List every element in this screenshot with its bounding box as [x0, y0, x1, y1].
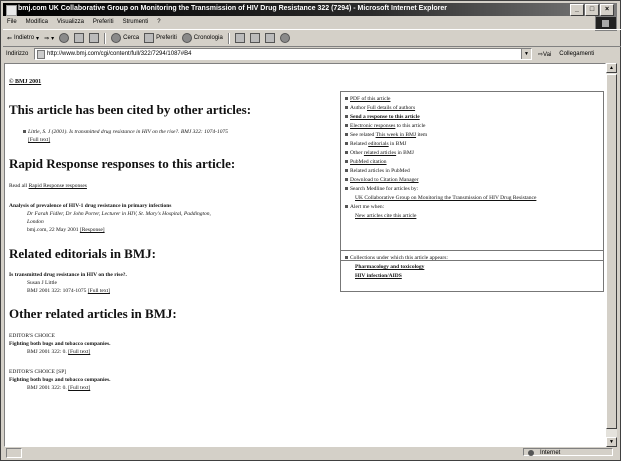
menu-bar: File Modifica Visualizza Preferiti Strum…	[3, 17, 621, 27]
other2-full-text-link[interactable]: [Full text]	[68, 385, 90, 391]
sidebar-item-editorials[interactable]: Related editorials in BMJ	[345, 140, 406, 148]
page-icon	[37, 50, 45, 59]
cited-full-text-link[interactable]: [Full text]	[28, 136, 50, 144]
collections-intro: Collections under which this article app…	[345, 254, 448, 262]
other2-ref: BMJ 2001 322: 0. [Full text]	[27, 385, 91, 391]
menu-tools[interactable]: Strumenti	[123, 17, 149, 27]
search-icon	[111, 33, 122, 43]
editorial-author: Susan J Little	[27, 280, 57, 286]
back-button[interactable]: ⇐ Indietro ▾	[7, 35, 39, 42]
search-button[interactable]: Cerca	[111, 33, 139, 43]
go-button[interactable]: ⇨Vai	[538, 51, 551, 58]
toolbar-separator	[227, 32, 230, 44]
bullet-icon	[23, 130, 26, 134]
editorial-full-text-link[interactable]: [Full text]	[88, 288, 110, 294]
sidebar-item-alert: Alert me when:	[345, 203, 384, 211]
response-link[interactable]: [Response]	[80, 227, 105, 233]
stop-icon[interactable]	[59, 33, 70, 43]
other2-title[interactable]: Fighting both bugs and tobacco companies…	[9, 376, 110, 384]
edit-icon[interactable]	[264, 33, 275, 43]
sidebar-item-related-articles[interactable]: Other related articles in BMJ	[345, 149, 414, 157]
mail-icon[interactable]	[234, 33, 245, 43]
close-button[interactable]: ×	[600, 4, 614, 16]
copyright-link[interactable]: © BMJ 2001	[9, 79, 41, 85]
history-button[interactable]: Cronologia	[181, 33, 223, 43]
article-tools-box: PDF of this article Author Full details …	[340, 91, 604, 261]
collection-hiv[interactable]: HIV infection/AIDS	[355, 272, 402, 280]
window-title: bmj.com UK Collaborative Group on Monito…	[18, 5, 448, 12]
analysis-place: London	[27, 219, 44, 225]
print-icon[interactable]	[249, 33, 260, 43]
analysis-date-line: bmj.com, 22 May 2001 [Response]	[27, 227, 105, 233]
scroll-down-icon[interactable]: ▼	[606, 437, 617, 447]
other1-full-text-link[interactable]: [Full text]	[68, 349, 90, 355]
page-viewport: © BMJ 2001 This article has been cited b…	[4, 63, 606, 447]
history-icon	[181, 33, 192, 43]
collections-box: Collections under which this article app…	[340, 250, 604, 292]
status-bar: Internet	[3, 448, 617, 458]
links-button[interactable]: Collegamenti	[559, 51, 594, 57]
discuss-icon[interactable]	[279, 33, 290, 43]
toolbar: ⇐ Indietro ▾ ⇒ ▾ Cerca Preferiti Cronologia	[3, 29, 621, 47]
menu-edit[interactable]: Modifica	[26, 17, 48, 27]
address-label: Indirizzo	[6, 51, 29, 57]
status-page-icon	[6, 448, 22, 458]
sidebar-item-pubmed-citation[interactable]: PubMed citation	[345, 158, 387, 166]
browser-window: bmj.com UK Collaborative Group on Monito…	[0, 0, 621, 461]
sidebar-item-authors[interactable]: Author Full details of authors	[345, 104, 415, 112]
vertical-scrollbar[interactable]: ▲ ▼	[606, 63, 617, 447]
sidebar-item-electronic-responses[interactable]: Electronic responses to this article	[345, 122, 425, 130]
other-heading: Other related articles in BMJ:	[9, 306, 177, 321]
sidebar-item-alert-cite[interactable]: New articles cite this article	[355, 212, 416, 220]
sidebar-item-author-search[interactable]: UK Collaborative Group on Monitoring the…	[355, 194, 536, 202]
rapid-responses-link[interactable]: Rapid Response responses	[29, 183, 87, 189]
menu-file[interactable]: File	[7, 17, 17, 27]
globe-icon	[528, 450, 534, 456]
analysis-title: Analysis of prevalence of HIV-1 drug res…	[9, 203, 172, 209]
sidebar-item-this-week[interactable]: See related This week in BMJ item	[345, 131, 427, 139]
maximize-button[interactable]: □	[585, 4, 599, 16]
address-input[interactable]: http://www.bmj.com/cgi/content/full/322/…	[34, 48, 532, 60]
editorials-heading: Related editorials in BMJ:	[9, 246, 156, 261]
other1-ref: BMJ 2001 322: 0. [Full text]	[27, 349, 91, 355]
rapid-read-all: Read all Rapid Response responses	[9, 183, 87, 189]
rapid-heading: Rapid Response responses to this article…	[9, 156, 236, 171]
sidebar-item-send-response[interactable]: Send a response to this article	[345, 113, 420, 121]
sidebar-item-related-pubmed[interactable]: Related articles in PubMed	[345, 167, 410, 175]
scroll-thumb[interactable]	[606, 74, 617, 429]
title-bar: bmj.com UK Collaborative Group on Monito…	[3, 3, 617, 16]
favorites-button[interactable]: Preferiti	[144, 33, 177, 43]
menu-favorites[interactable]: Preferiti	[93, 17, 114, 27]
refresh-icon[interactable]	[74, 33, 85, 43]
collection-pharmacology[interactable]: Pharmacology and toxicology	[355, 263, 424, 271]
sidebar-item-citation-manager[interactable]: Download to Citation Manager	[345, 176, 419, 184]
cited-heading: This article has been cited by other art…	[9, 102, 252, 117]
ie-icon	[6, 5, 17, 16]
analysis-authors: Dr Farah Fidler, Dr John Porter, Lecture…	[27, 211, 211, 217]
address-bar: Indirizzo http://www.bmj.com/cgi/content…	[3, 47, 617, 61]
forward-button[interactable]: ⇒ ▾	[44, 35, 54, 42]
scroll-up-icon[interactable]: ▲	[606, 63, 617, 73]
sidebar-item-pdf[interactable]: PDF of this article	[345, 95, 390, 103]
other1-tag: EDITOR'S CHOICE	[9, 333, 55, 339]
sidebar-item-search-medline: Search Medline for articles by:	[345, 185, 418, 193]
menu-help[interactable]: ?	[157, 17, 160, 27]
home-icon[interactable]	[89, 33, 100, 43]
minimize-button[interactable]: _	[570, 4, 584, 16]
toolbar-separator	[104, 32, 107, 44]
other2-tag: EDITOR'S CHOICE [SP]	[9, 369, 67, 375]
security-zone: Internet	[523, 448, 613, 456]
editorial-title[interactable]: Is transmitted drug resistance in HIV on…	[9, 271, 127, 279]
address-dropdown-icon[interactable]: ▼	[521, 49, 531, 59]
favorites-icon	[144, 33, 155, 43]
other1-title[interactable]: Fighting both bugs and tobacco companies…	[9, 340, 110, 348]
menu-view[interactable]: Visualizza	[57, 17, 84, 27]
cited-item: Little, S. J (2001). Is transmitted drug…	[23, 128, 228, 136]
address-url: http://www.bmj.com/cgi/content/full/322/…	[47, 51, 192, 57]
editorial-ref: BMJ 2001 322: 1074-1075 [Full text]	[27, 288, 110, 294]
